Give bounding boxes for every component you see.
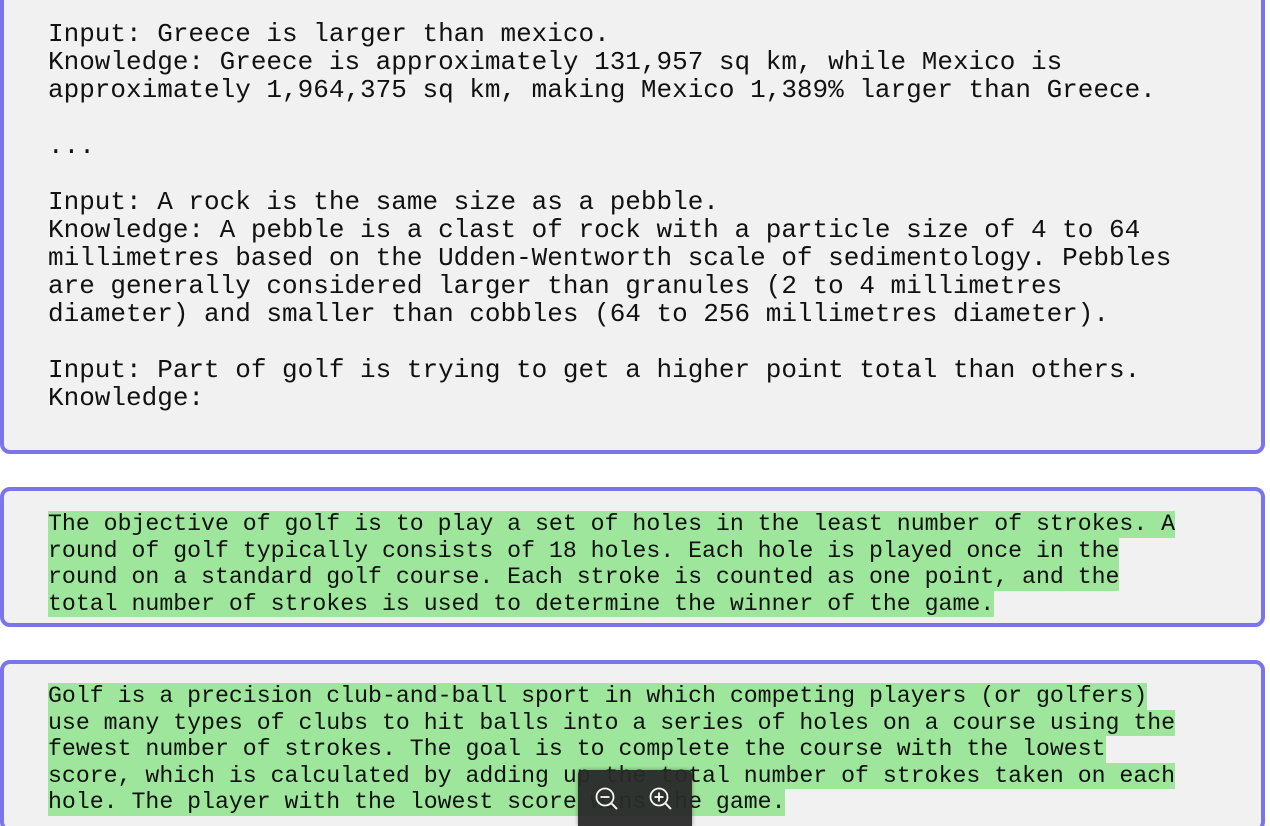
highlighted-line: round of golf typically consists of 18 h… [48,537,1120,565]
prompt-line: Input: A rock is the same size as a pebb… [48,187,719,217]
zoom-in-icon[interactable] [648,786,674,812]
highlighted-line: The objective of golf is to play a set o… [48,511,1176,538]
prompt-line: Knowledge: [48,383,205,413]
prompt-line: Knowledge: Greece is approximately 131,9… [48,47,1063,77]
response-box-1: The objective of golf is to play a set o… [0,487,1265,627]
prompt-line: are generally considered larger than gra… [48,271,1063,301]
prompt-line: Input: Greece is larger than mexico. [48,19,610,49]
highlighted-line: Golf is a precision club-and-ball sport … [48,683,1148,710]
prompt-line: Knowledge: A pebble is a clast of rock w… [48,215,1141,245]
prompt-box: Input: Greece is larger than mexico. Know… [0,0,1265,454]
zoom-toolbar [578,770,692,826]
prompt-line: millimetres based on the Udden-Wentworth… [48,243,1172,273]
zoom-out-icon[interactable] [594,786,620,812]
highlighted-line: round on a standard golf course. Each st… [48,564,1120,591]
prompt-line: approximately 1,964,375 sq km, making Me… [48,75,1156,105]
prompt-line [48,104,1171,132]
prompt-line: diameter) and smaller than cobbles (64 t… [48,299,1109,329]
prompt-line: ... [48,131,95,161]
highlighted-line: total number of strokes is used to deter… [48,590,995,618]
highlighted-line: use many types of clubs to hit balls int… [48,709,1176,737]
prompt-line [48,160,1171,188]
prompt-line: Input: Part of golf is trying to get a h… [48,355,1141,385]
prompt-text: Input: Greece is larger than mexico. Know… [48,20,1171,412]
response-1-text: The objective of golf is to play a set o… [48,511,1176,618]
prompt-line [48,328,1171,356]
highlighted-line: fewest number of strokes. The goal is to… [48,736,1106,763]
